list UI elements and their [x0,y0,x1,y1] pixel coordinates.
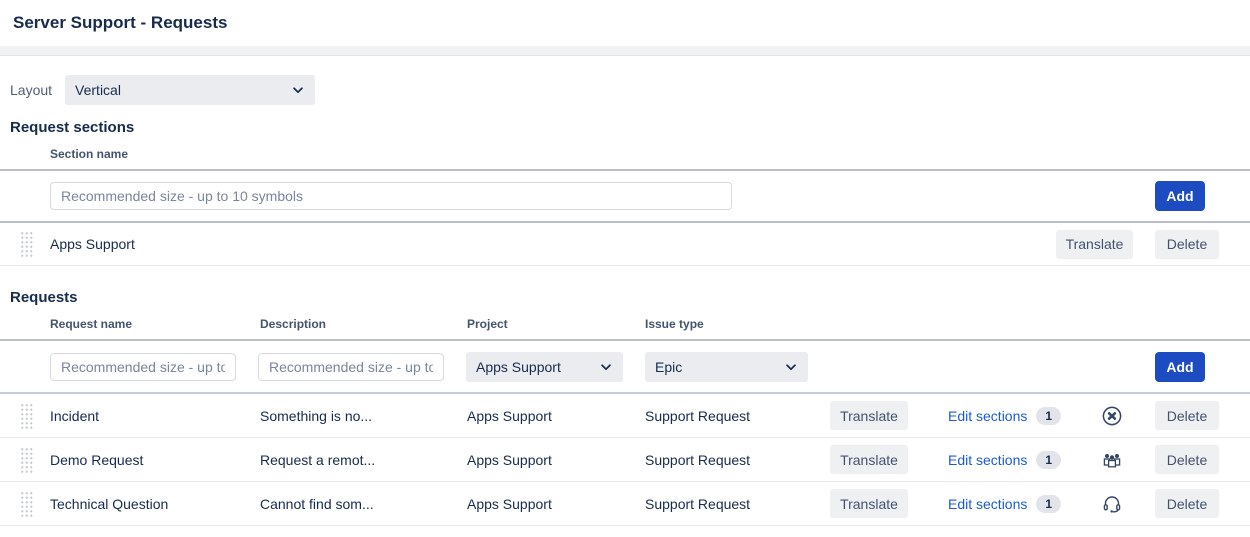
chevron-down-icon [784,360,798,374]
layout-label: Layout [10,82,52,98]
project-column-header: Project [467,317,645,331]
edit-sections-label: Edit sections [948,496,1027,512]
edit-sections-label: Edit sections [948,408,1027,424]
requests-column-headers: Request name Description Project Issue t… [0,317,1250,331]
request-name: Technical Question [50,496,260,512]
people-group-icon [1100,448,1124,472]
delete-request-button[interactable]: Delete [1155,489,1219,518]
request-name: Demo Request [50,452,260,468]
headset-icon [1100,492,1124,516]
error-circle-icon [1100,404,1124,428]
request-name-input[interactable] [50,353,236,381]
add-request-button[interactable]: Add [1155,352,1205,382]
request-description: Request a remot... [260,452,467,468]
sections-count-badge: 1 [1036,495,1061,513]
drag-handle-icon[interactable] [20,447,34,473]
drag-handle-icon[interactable] [20,231,34,257]
request-row: Incident Something is no... Apps Support… [0,394,1250,438]
delete-request-button[interactable]: Delete [1155,445,1219,474]
request-project: Apps Support [467,408,645,424]
request-issue-type: Support Request [645,452,830,468]
translate-request-button[interactable]: Translate [830,489,908,518]
chevron-down-icon [599,360,613,374]
request-row: Technical Question Cannot find som... Ap… [0,482,1250,526]
sections-count-badge: 1 [1036,451,1061,469]
requests-heading: Requests [10,289,1250,306]
page-header: Server Support - Requests [0,0,1250,46]
request-description-input[interactable] [258,353,444,381]
sections-count-badge: 1 [1036,407,1061,425]
delete-section-button[interactable]: Delete [1155,230,1219,259]
chevron-down-icon [291,83,305,97]
edit-sections-link[interactable]: Edit sections 1 [948,495,1068,513]
drag-handle-icon[interactable] [20,403,34,429]
request-project: Apps Support [467,452,645,468]
page-title: Server Support - Requests [13,13,227,33]
edit-sections-link[interactable]: Edit sections 1 [948,407,1068,425]
section-row: Apps Support Translate Delete [0,223,1250,266]
request-description: Something is no... [260,408,467,424]
section-name: Apps Support [50,236,1056,252]
request-name-column-header: Request name [50,317,260,331]
section-add-row: Add [0,171,1250,223]
add-section-button[interactable]: Add [1155,181,1205,211]
request-issue-type: Support Request [645,408,830,424]
project-select[interactable]: Apps Support [466,352,623,382]
delete-request-button[interactable]: Delete [1155,401,1219,430]
request-project: Apps Support [467,496,645,512]
request-row: Demo Request Request a remot... Apps Sup… [0,438,1250,482]
layout-select[interactable]: Vertical [65,75,315,105]
issue-type-select-value: Epic [655,359,682,375]
translate-section-button[interactable]: Translate [1056,230,1133,259]
header-divider-strip [0,46,1250,56]
request-add-row: Apps Support Epic Add [0,341,1250,394]
request-name: Incident [50,408,260,424]
translate-request-button[interactable]: Translate [830,445,908,474]
drag-handle-icon[interactable] [20,491,34,517]
request-description: Cannot find som... [260,496,467,512]
layout-control: Layout Vertical [10,75,1250,105]
description-column-header: Description [260,317,467,331]
request-issue-type: Support Request [645,496,830,512]
layout-select-value: Vertical [75,82,121,98]
issue-type-select[interactable]: Epic [645,352,808,382]
section-name-input[interactable] [50,182,732,210]
request-sections-heading: Request sections [10,119,1250,136]
translate-request-button[interactable]: Translate [830,401,908,430]
edit-sections-link[interactable]: Edit sections 1 [948,451,1068,469]
edit-sections-label: Edit sections [948,452,1027,468]
issue-type-column-header: Issue type [645,317,1250,331]
section-name-column-header: Section name [50,147,1250,161]
project-select-value: Apps Support [476,359,561,375]
